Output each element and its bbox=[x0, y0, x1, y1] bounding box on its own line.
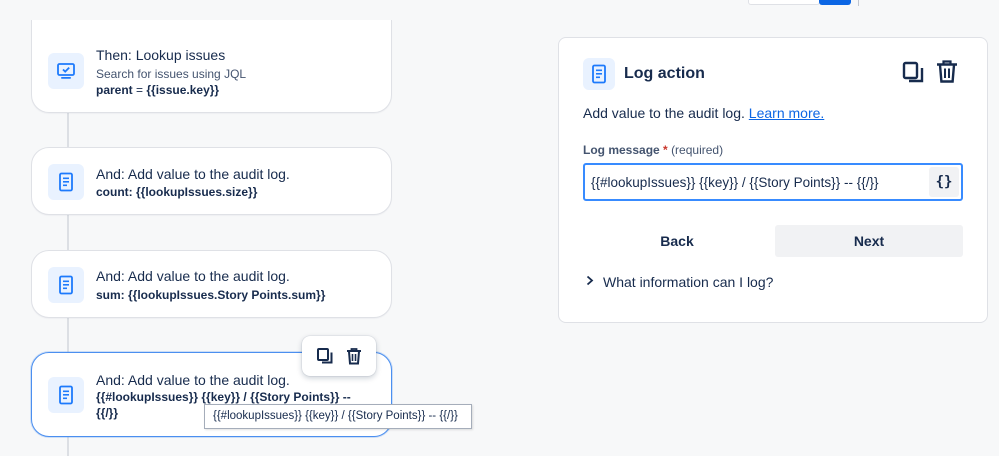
top-toolbar-divider bbox=[858, 0, 859, 6]
document-icon bbox=[583, 58, 615, 90]
chevron-right-icon bbox=[583, 275, 597, 289]
smart-value-button[interactable]: {} bbox=[929, 167, 959, 197]
copy-icon[interactable] bbox=[316, 347, 334, 365]
log-info-disclosure[interactable]: What information can I log? bbox=[583, 274, 773, 290]
card-detail-line1: {{#lookupIssues}} {{key}} / {{Story Poin… bbox=[96, 390, 351, 404]
document-icon bbox=[48, 164, 84, 200]
top-toolbar-button[interactable] bbox=[748, 0, 820, 5]
card-detail: sum: {{lookupIssues.Story Points.sum}} bbox=[96, 288, 326, 302]
card-hover-actions bbox=[302, 336, 376, 376]
card-detail-op: = bbox=[132, 83, 147, 97]
monitor-check-icon bbox=[48, 53, 84, 89]
next-button[interactable]: Next bbox=[775, 225, 963, 257]
log-action-panel: Log action Add value to the audit log. L… bbox=[558, 37, 988, 323]
log-message-input[interactable] bbox=[585, 165, 929, 199]
card-detail-value: {{issue.key}} bbox=[146, 83, 220, 97]
top-toolbar-primary-button[interactable] bbox=[819, 0, 851, 5]
panel-title: Log action bbox=[624, 65, 705, 82]
copy-icon[interactable] bbox=[901, 60, 925, 89]
log-message-label: Log message * (required) bbox=[583, 143, 723, 157]
document-icon bbox=[48, 267, 84, 303]
rule-card-lookup-issues[interactable]: Then: Lookup issues Search for issues us… bbox=[31, 20, 392, 113]
panel-description-text: Add value to the audit log. bbox=[583, 105, 745, 121]
back-button[interactable]: Back bbox=[583, 225, 771, 257]
required-text: (required) bbox=[671, 143, 724, 157]
disclosure-label: What information can I log? bbox=[603, 274, 774, 290]
rule-card-audit-log-count[interactable]: And: Add value to the audit log. count: … bbox=[31, 147, 392, 215]
card-detail-key: parent bbox=[96, 83, 133, 97]
learn-more-link[interactable]: Learn more. bbox=[749, 105, 824, 121]
card-detail: parent = {{issue.key}} bbox=[96, 83, 219, 97]
card-title: And: Add value to the audit log. bbox=[96, 166, 290, 182]
card-detail-line2: {{/}} bbox=[96, 406, 119, 420]
card-subtitle: Search for issues using JQL bbox=[96, 67, 247, 81]
log-message-field: {} bbox=[583, 163, 963, 201]
card-title: And: Add value to the audit log. bbox=[96, 268, 290, 284]
document-icon bbox=[48, 377, 84, 413]
rule-card-audit-log-sum[interactable]: And: Add value to the audit log. sum: {{… bbox=[31, 250, 392, 318]
trash-icon[interactable] bbox=[345, 347, 363, 365]
card-title: Then: Lookup issues bbox=[96, 47, 226, 63]
card-title: And: Add value to the audit log. bbox=[96, 372, 290, 388]
panel-description: Add value to the audit log. Learn more. bbox=[583, 105, 824, 121]
card-detail: count: {{lookupIssues.size}} bbox=[96, 185, 258, 199]
required-asterisk: * bbox=[663, 143, 668, 157]
field-label-text: Log message bbox=[583, 143, 660, 157]
tooltip: {{#lookupIssues}} {{key}} / {{Story Poin… bbox=[204, 404, 472, 429]
trash-icon[interactable] bbox=[935, 59, 959, 89]
